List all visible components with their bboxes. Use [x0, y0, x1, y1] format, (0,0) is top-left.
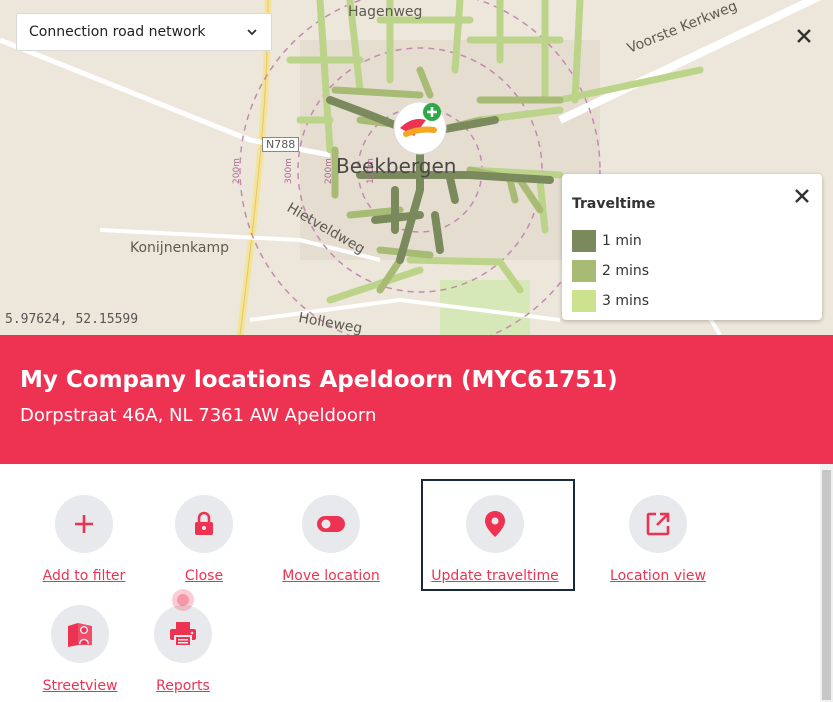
- legend-item-label: 2 mins: [602, 263, 650, 279]
- streetview-icon: [68, 623, 92, 647]
- layer-dropdown-value: Connection road network: [29, 24, 206, 40]
- road-label-n788: N788: [262, 137, 300, 152]
- location-header: My Company locations Apeldoorn (MYC61751…: [0, 335, 833, 464]
- ring-label: 100m: [366, 158, 376, 184]
- map-pin-icon: [485, 511, 505, 537]
- lock-icon: [195, 511, 213, 535]
- town-label: Beekbergen: [336, 154, 457, 178]
- action-label: Reports: [156, 678, 210, 694]
- legend-item-label: 3 mins: [602, 293, 650, 309]
- legend-item: 2 mins: [572, 260, 649, 282]
- location-view-button[interactable]: Location view: [606, 495, 710, 584]
- location-title: My Company locations Apeldoorn (MYC61751…: [20, 367, 618, 393]
- ring-label: 200m: [324, 158, 334, 184]
- road-label-hagenweg: Hagenweg: [348, 4, 423, 20]
- legend-swatch: [572, 260, 596, 282]
- action-label: Location view: [610, 568, 706, 584]
- notification-dot: [172, 589, 194, 611]
- reports-button[interactable]: Reports: [143, 605, 223, 694]
- close-icon: [797, 29, 811, 43]
- toggle-icon: [317, 516, 345, 532]
- scrollbar[interactable]: [820, 464, 833, 702]
- layer-dropdown[interactable]: Connection road network: [16, 13, 272, 51]
- legend-swatch: [572, 290, 596, 312]
- action-label: Streetview: [42, 678, 118, 694]
- plus-icon: [75, 515, 93, 533]
- legend-swatch: [572, 230, 596, 252]
- chevron-down-icon: [247, 29, 257, 36]
- action-label: Add to filter: [42, 568, 126, 584]
- action-label: Move location: [282, 568, 380, 584]
- marker-icon: [393, 101, 447, 155]
- location-marker[interactable]: [392, 100, 448, 156]
- add-to-filter-button[interactable]: Add to filter: [40, 495, 128, 584]
- location-address: Dorpstraat 46A, NL 7361 AW Apeldoorn: [20, 405, 377, 426]
- action-circle: [629, 495, 687, 553]
- action-label: Close: [184, 568, 224, 584]
- legend-title: Traveltime: [572, 196, 656, 212]
- ring-label: 300m: [284, 158, 294, 184]
- ring-label: 200m: [232, 158, 242, 184]
- action-circle: [154, 605, 212, 663]
- map-view[interactable]: Hagenweg Voorste Kerkweg N788 Beekbergen…: [0, 0, 833, 335]
- move-location-button[interactable]: Move location: [279, 495, 383, 584]
- coordinates-readout: 5.97624, 52.15599: [5, 312, 139, 327]
- legend-item: 1 min: [572, 230, 642, 252]
- legend-item-label: 1 min: [602, 233, 642, 249]
- action-circle: [466, 495, 524, 553]
- action-circle: [55, 495, 113, 553]
- location-actions: Add to filter Close Move location Update…: [0, 464, 820, 702]
- update-traveltime-button[interactable]: Update traveltime: [426, 495, 564, 584]
- printer-icon: [170, 622, 196, 647]
- external-link-icon: [646, 512, 670, 536]
- action-label: Update traveltime: [431, 568, 559, 584]
- scrollbar-thumb[interactable]: [822, 470, 831, 700]
- traveltime-legend: Traveltime 1 min 2 mins 3 mins: [562, 174, 822, 320]
- legend-close-button[interactable]: [792, 186, 812, 206]
- close-location-button[interactable]: Close: [164, 495, 244, 584]
- action-circle: [51, 605, 109, 663]
- close-map-button[interactable]: [793, 25, 815, 47]
- legend-item: 3 mins: [572, 290, 649, 312]
- area-label-konijnenkamp: Konijnenkamp: [130, 240, 230, 256]
- action-circle: [175, 495, 233, 553]
- action-circle: [302, 495, 360, 553]
- streetview-button[interactable]: Streetview: [36, 605, 124, 694]
- close-icon: [795, 189, 809, 203]
